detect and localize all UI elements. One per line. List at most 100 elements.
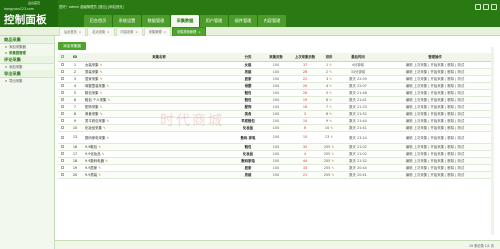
edit-pencil-icon[interactable]: ✎ (329, 112, 332, 116)
row-select[interactable] (58, 61, 66, 69)
checkbox[interactable] (60, 119, 64, 122)
row-select[interactable] (58, 171, 66, 179)
edit-pencil-icon[interactable]: ✎ (98, 166, 101, 170)
edit-pencil-icon[interactable]: ✎ (331, 159, 334, 163)
checkbox[interactable] (60, 98, 64, 101)
edit-pencil-icon[interactable]: ✎ (107, 98, 110, 102)
logout-icon[interactable] (491, 4, 497, 10)
sidebar-section-goods[interactable]: 商品采集 (0, 36, 54, 44)
checkbox[interactable] (60, 166, 64, 169)
row-ops[interactable]: 编辑 上次采集 | 开始采集 | 删除 | 测试 (378, 68, 492, 76)
row-select[interactable] (58, 157, 66, 165)
edit-pencil-icon[interactable]: ✎ (331, 145, 334, 149)
row-name[interactable]: 9.9数码电器 (85, 159, 104, 163)
checkbox[interactable] (60, 159, 64, 162)
col-header-sort[interactable]: 排序 (320, 53, 338, 62)
checkbox[interactable] (60, 91, 64, 94)
subtab-content-settings[interactable]: 内容设置 × (115, 27, 143, 36)
row-name[interactable]: 9.9居家 (85, 166, 97, 170)
row-ops[interactable]: 编辑 上次采集 | 开始采集 | 删除 | 测试 (378, 103, 492, 111)
select-all-header[interactable] (58, 53, 66, 62)
logo[interactable]: 后台首页 hangyuan123.com 控制面板 (0, 0, 58, 27)
table-row[interactable]: 17 9.9化妆品✎ 化妆品 100 4 255✎ 数天 21:02 编辑 上次采集 | 开始… (58, 150, 492, 158)
row-select[interactable] (58, 150, 66, 158)
row-ops[interactable]: 编辑 上次采集 | 开始采集 | 删除 | 测试 (378, 124, 492, 132)
nav-tab-collect[interactable]: 采集数据 (171, 15, 199, 27)
table-row[interactable]: 13 数码家电采集✎ 数码 家电 100 10 13✎ 数天 23:24 编辑 上次采集 | … (58, 131, 492, 144)
row-select[interactable] (58, 164, 66, 172)
row-name[interactable]: 男平底包采集 (85, 119, 105, 123)
subtab-collect-rules[interactable]: 采集规则管理 × (172, 27, 206, 36)
edit-pencil-icon[interactable]: ✎ (100, 91, 103, 95)
sidebar-section-export[interactable]: 导出采集 (0, 70, 54, 78)
table-row[interactable]: 9 男平底包采集✎ 平底鞋包 100 10 9✎ 数天 21:44 编辑 上次采集 | 开始采… (58, 117, 492, 125)
row-name[interactable]: 9.9鞋包 (85, 145, 97, 149)
row-name[interactable]: 母婴童装采集 (85, 84, 105, 88)
row-select[interactable] (58, 96, 66, 104)
table-row[interactable]: 19 9.9居家✎ 居家 100 33 255✎ 数天 20:44 编辑 上次采集 | 开始采… (58, 164, 492, 172)
edit-pencil-icon[interactable]: ✎ (100, 112, 103, 116)
checkbox[interactable] (60, 55, 64, 59)
edit-pencil-icon[interactable]: ✎ (98, 145, 101, 149)
row-ops[interactable]: 编辑 上次采集 | 开始采集 | 删除 | 测试 (378, 131, 492, 144)
row-ops[interactable]: 编辑 上次采集 | 开始采集 | 删除 | 测试 (378, 61, 492, 69)
table-row[interactable]: 18 9.9数码电器✎ 数码家电 100 44 255✎ 数天 21:52 编辑 上次采集 |… (58, 157, 492, 165)
edit-pencil-icon[interactable]: ✎ (106, 119, 109, 123)
row-ops[interactable]: 编辑 上次采集 | 开始采集 | 删除 | 测试 (378, 164, 492, 172)
row-name[interactable]: 数码家电采集 (85, 136, 105, 140)
checkbox[interactable] (60, 152, 64, 155)
edit-pencil-icon[interactable]: ✎ (100, 63, 103, 67)
nav-tab-system[interactable]: 系统设置 (113, 15, 141, 27)
sidebar-item-export-collect[interactable]: 导出采集 (0, 78, 54, 84)
row-name[interactable]: 9.9化妆品 (85, 152, 101, 156)
edit-pencil-icon[interactable]: ✎ (331, 166, 334, 170)
table-row[interactable]: 6 鞋包 个人采集✎ 鞋包 100 19 6✎ 数天 21:41 编辑 上次采集 | 开始采集… (58, 96, 492, 104)
row-ops[interactable]: 编辑 上次采集 | 开始采集 | 删除 | 测试 (378, 157, 492, 165)
row-ops[interactable]: 编辑 上次采集 | 开始采集 | 删除 | 测试 (378, 143, 492, 151)
refresh-icon[interactable] (483, 4, 489, 10)
table-row[interactable]: 20 9.9男装✎ 男装 100 21 255✎ 数天 20:41 编辑 上次采集 | 开始采… (58, 171, 492, 179)
edit-pencil-icon[interactable]: ✎ (329, 98, 332, 102)
edit-pencil-icon[interactable]: ✎ (329, 119, 332, 123)
table-row[interactable]: 5 鞋包采集✎ 鞋包 100 26 5✎ 数天 21:48 编辑 上次采集 | 开始采集 | … (58, 89, 492, 97)
row-select[interactable] (58, 75, 66, 83)
row-ops[interactable]: 编辑 上次采集 | 开始采集 | 删除 | 测试 (378, 117, 492, 125)
row-name[interactable]: 男装采集 (85, 70, 99, 74)
checkbox[interactable] (60, 112, 64, 115)
row-name[interactable]: 鞋包 个人采集 (85, 98, 106, 102)
scrollbar[interactable] (491, 47, 494, 235)
table-row[interactable]: 2 男装采集✎ 男装 100 28 2✎ 33分钟前 编辑 上次采集 | 开始采集 | 删除 … (58, 68, 492, 76)
row-ops[interactable]: 编辑 上次采集 | 开始采集 | 删除 | 测试 (378, 96, 492, 104)
checkbox[interactable] (60, 173, 64, 176)
edit-pencil-icon[interactable]: ✎ (330, 126, 333, 130)
row-ops[interactable]: 编辑 上次采集 | 开始采集 | 删除 | 测试 (378, 75, 492, 83)
row-select[interactable] (58, 143, 66, 151)
edit-pencil-icon[interactable]: ✎ (329, 77, 332, 81)
row-ops[interactable]: 编辑 上次采集 | 开始采集 | 删除 | 测试 (378, 82, 492, 90)
edit-pencil-icon[interactable]: ✎ (103, 126, 106, 130)
col-header-id[interactable]: ID (66, 53, 84, 62)
user-greeting[interactable]: 您好！admin 超级管理员 [退出] [网站首页] (59, 4, 124, 9)
subtab-home[interactable]: 后台首页 × (59, 27, 87, 36)
row-select[interactable] (58, 110, 66, 118)
checkbox[interactable] (60, 135, 64, 139)
table-row[interactable]: 7 配饰采集✎ 配饰 100 18 7✎ 数天 21:33 编辑 上次采集 | 开始采集 | … (58, 103, 492, 111)
checkbox[interactable] (60, 77, 64, 80)
nav-tab-home[interactable]: 后台首页 (84, 15, 112, 27)
add-collector-button[interactable]: 添加采集器 (58, 42, 86, 50)
edit-pencil-icon[interactable]: ✎ (106, 84, 109, 88)
nav-tab-plugins[interactable]: 插件管理 (229, 15, 257, 27)
table-row[interactable]: 1 女装采集✎ 女装 100 37 1✎ 4分钟前 编辑 上次采集 | 开始采集 | 删除 |… (58, 61, 492, 69)
checkbox[interactable] (60, 84, 64, 87)
row-name[interactable]: 鞋包采集 (85, 91, 99, 95)
row-select[interactable] (58, 103, 66, 111)
row-ops[interactable]: 编辑 上次采集 | 开始采集 | 删除 | 测试 (378, 150, 492, 158)
row-name[interactable]: 居家采集 (85, 77, 99, 81)
table-row[interactable]: 4 母婴童装采集✎ 母婴 100 20 4✎ 数天 22:07 编辑 上次采集 | 开始采集 … (58, 82, 492, 90)
nav-tab-data[interactable]: 数据管理 (142, 15, 170, 27)
sidebar-section-comments[interactable]: 评论采集 (0, 56, 54, 64)
row-select[interactable] (58, 68, 66, 76)
edit-pencil-icon[interactable]: ✎ (329, 84, 332, 88)
nav-tab-content[interactable]: 内容管理 (258, 15, 286, 27)
edit-pencil-icon[interactable]: ✎ (329, 105, 332, 109)
